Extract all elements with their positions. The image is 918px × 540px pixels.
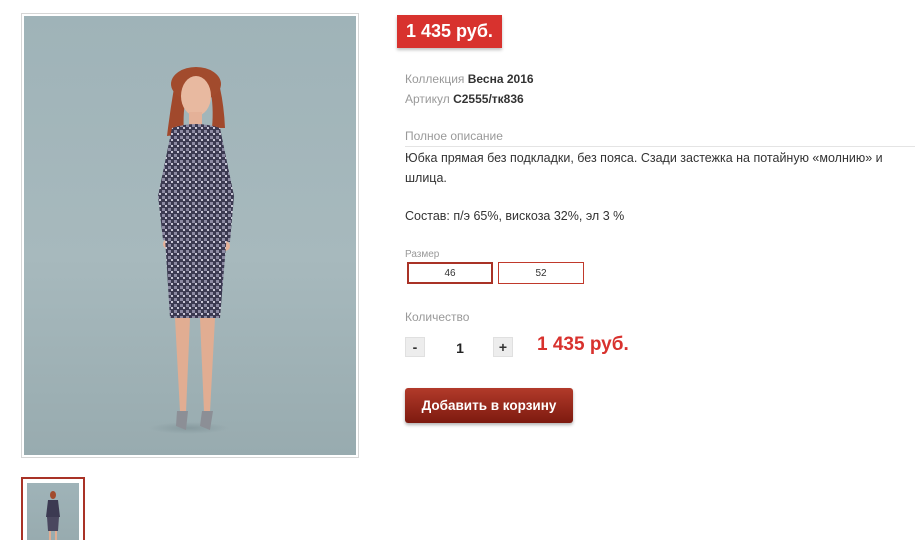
price-badge: 1 435 руб.: [397, 15, 502, 48]
collection-label: Коллекция: [405, 72, 465, 86]
sku-value: C2555/тк836: [453, 92, 524, 106]
size-option-52[interactable]: 52: [498, 262, 584, 284]
thumbnail-item[interactable]: [21, 477, 85, 540]
collection-value: Весна 2016: [467, 72, 534, 86]
add-to-cart-button[interactable]: Добавить в корзину: [405, 388, 573, 423]
sku-row: Артикул C2555/тк836: [405, 90, 524, 108]
description-text: Юбка прямая без подкладки, без пояса. Сз…: [405, 151, 883, 185]
quantity-label: Количество: [405, 310, 470, 324]
thumbnail-image[interactable]: [27, 483, 79, 540]
description-divider: [405, 146, 915, 147]
collection-row: Коллекция Весна 2016: [405, 70, 534, 88]
size-option-46[interactable]: 46: [407, 262, 493, 284]
model-figure-illustration: [149, 67, 234, 434]
main-product-image[interactable]: [24, 16, 356, 455]
size-label: Размер: [405, 249, 440, 260]
composition-text: Состав: п/э 65%, вискоза 32%, эл 3 %: [405, 209, 625, 223]
description-block: Юбка прямая без подкладки, без пояса. Сз…: [405, 148, 912, 226]
thumbnail-figure-illustration: [46, 491, 60, 540]
total-price: 1 435 руб.: [537, 334, 629, 355]
description-title: Полное описание: [405, 129, 503, 143]
quantity-input[interactable]: [432, 335, 488, 361]
quantity-increase-button[interactable]: +: [493, 337, 513, 357]
sku-label: Артикул: [405, 92, 450, 106]
main-product-image-frame[interactable]: [21, 13, 359, 458]
quantity-decrease-button[interactable]: -: [405, 337, 425, 357]
